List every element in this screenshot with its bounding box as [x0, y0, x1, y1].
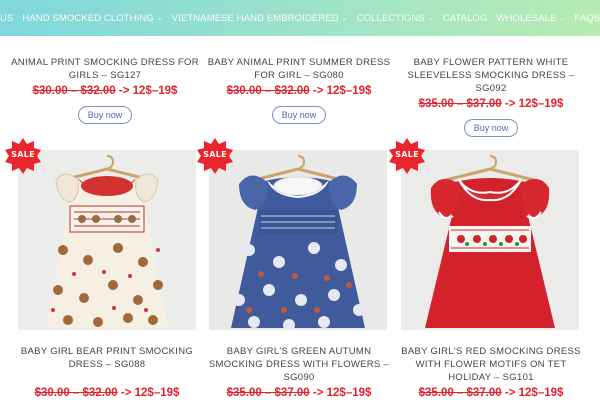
nav-item-hand-smocked-clothing[interactable]: HAND SMOCKED CLOTHING ⌄: [22, 13, 162, 24]
chevron-down-icon: ⌄: [341, 15, 348, 22]
chevron-down-icon: ⌄: [156, 15, 163, 22]
nav-item-vietnamese-hand-embroidered[interactable]: VIETNAMESE HAND EMBROIDERED ⌄: [172, 13, 348, 24]
blue-floral-dress-image: [209, 150, 387, 330]
product-price: $35.00 – $37.00 -> 12$–19$: [394, 387, 588, 399]
nav-item-label: COLLECTIONS: [356, 12, 425, 24]
product-card-sg092: BABY FLOWER PATTERN WHITE SLEEVELESS SMO…: [396, 56, 586, 137]
product-price: $30.00 – $32.00 -> 12$–19$: [204, 85, 394, 97]
product-price: $35.00 – $37.00 -> 12$–19$: [202, 387, 396, 399]
product-card-sg090: BABY GIRL'S GREEN AUTUMN SMOCKING DRESS …: [202, 345, 396, 399]
original-price: $30.00 – $32.00: [32, 85, 116, 97]
buy-now-button[interactable]: Buy now: [271, 106, 327, 124]
bear-print-dress-image: [18, 150, 196, 330]
product-price: $30.00 – $32.00 -> 12$–19$: [10, 85, 200, 97]
sale-badge: SALE: [196, 137, 234, 175]
nav-item-label: FAQS: [574, 12, 600, 24]
sale-price: -> 12$–19$: [115, 85, 178, 97]
sale-label: SALE: [11, 150, 35, 159]
red-tet-dress-image: [401, 150, 579, 330]
product-title[interactable]: ANIMAL PRINT SMOCKING DRESS FOR GIRLS – …: [10, 56, 200, 82]
product-title-line: ANIMAL PRINT SMOCKING DRESS FOR: [11, 57, 199, 68]
chevron-down-icon: ⌄: [427, 15, 434, 22]
nav-item-us[interactable]: US: [0, 13, 13, 24]
sale-label: SALE: [395, 150, 419, 159]
product-card-sg080: BABY ANIMAL PRINT SUMMER DRESS FOR GIRL …: [204, 56, 394, 124]
buy-now-button[interactable]: Buy now: [77, 106, 133, 124]
original-price: $35.00 – $37.00: [418, 98, 502, 110]
nav-item-label: US: [0, 12, 14, 24]
nav-item-collections[interactable]: COLLECTIONS ⌄: [357, 13, 434, 24]
nav-item-label: WHOLESALE: [496, 12, 557, 24]
product-title[interactable]: BABY FLOWER PATTERN WHITE SLEEVELESS SMO…: [396, 56, 586, 95]
product-title-line: BABY GIRL BEAR PRINT SMOCKING: [20, 346, 194, 357]
product-title-line: WITH FLOWER MOTIFS ON TET: [415, 359, 567, 370]
product-price: $30.00 – $32.00 -> 12$–19$: [10, 387, 204, 399]
nav-item-wholesale[interactable]: WHOLESALE ⌄: [496, 13, 565, 24]
product-card-sg101: BABY GIRL'S RED SMOCKING DRESS WITH FLOW…: [394, 345, 588, 399]
product-title-line: SLEEVELESS SMOCKING DRESS – SG092: [407, 70, 575, 94]
nav-item-label: VIETNAMESE HAND EMBROIDERED: [171, 12, 339, 24]
sale-badge: SALE: [4, 137, 42, 175]
product-image-sg090[interactable]: [209, 150, 387, 330]
product-title-line: FOR GIRL – SG080: [254, 70, 344, 81]
sale-price: -> 12$–19$: [501, 387, 564, 399]
nav-item-faqs[interactable]: FAQS: [574, 13, 600, 24]
sale-label: SALE: [203, 150, 227, 159]
sale-price: -> 12$–19$: [501, 98, 564, 110]
nav-item-label: HAND SMOCKED CLOTHING: [22, 12, 154, 24]
original-price: $30.00 – $32.00: [226, 85, 310, 97]
product-title[interactable]: BABY GIRL'S RED SMOCKING DRESS WITH FLOW…: [394, 345, 588, 384]
sale-price: -> 12$–19$: [309, 387, 372, 399]
product-title-line: BABY ANIMAL PRINT SUMMER DRESS: [207, 57, 391, 68]
sale-price: -> 12$–19$: [309, 85, 372, 97]
product-title[interactable]: BABY GIRL BEAR PRINT SMOCKING DRESS – SG…: [10, 345, 204, 371]
product-image-sg088[interactable]: [18, 150, 196, 330]
product-title-line: BABY GIRL'S RED SMOCKING DRESS: [401, 346, 581, 357]
product-card-sg088: BABY GIRL BEAR PRINT SMOCKING DRESS – SG…: [10, 345, 204, 399]
buy-now-button[interactable]: Buy now: [463, 119, 519, 137]
chevron-down-icon: ⌄: [559, 15, 566, 22]
nav-item-catalog[interactable]: CATALOG: [443, 13, 488, 24]
product-title-line: SMOCKING DRESS WITH FLOWERS –: [208, 359, 390, 370]
product-card-sg127: ANIMAL PRINT SMOCKING DRESS FOR GIRLS – …: [10, 56, 200, 124]
product-title-line: BABY GIRL'S GREEN AUTUMN: [226, 346, 372, 357]
product-title-line: GIRLS – SG127: [68, 70, 142, 81]
product-title-line: HOLIDAY – SG101: [448, 372, 534, 383]
product-price: $35.00 – $37.00 -> 12$–19$: [396, 98, 586, 110]
sale-badge: SALE: [388, 137, 426, 175]
product-title-line: DRESS – SG088: [68, 359, 146, 370]
nav-item-label: CATALOG: [442, 12, 488, 24]
original-price: $30.00 – $32.00: [34, 387, 118, 399]
original-price: $35.00 – $37.00: [418, 387, 502, 399]
sale-price: -> 12$–19$: [117, 387, 180, 399]
product-image-sg101[interactable]: [401, 150, 579, 330]
product-title-line: SG090: [283, 372, 315, 383]
main-nav: US HAND SMOCKED CLOTHING ⌄ VIETNAMESE HAND …: [0, 0, 600, 36]
product-title-line: BABY FLOWER PATTERN WHITE: [413, 57, 569, 68]
product-title[interactable]: BABY ANIMAL PRINT SUMMER DRESS FOR GIRL …: [204, 56, 394, 82]
product-title[interactable]: BABY GIRL'S GREEN AUTUMN SMOCKING DRESS …: [202, 345, 396, 384]
original-price: $35.00 – $37.00: [226, 387, 310, 399]
